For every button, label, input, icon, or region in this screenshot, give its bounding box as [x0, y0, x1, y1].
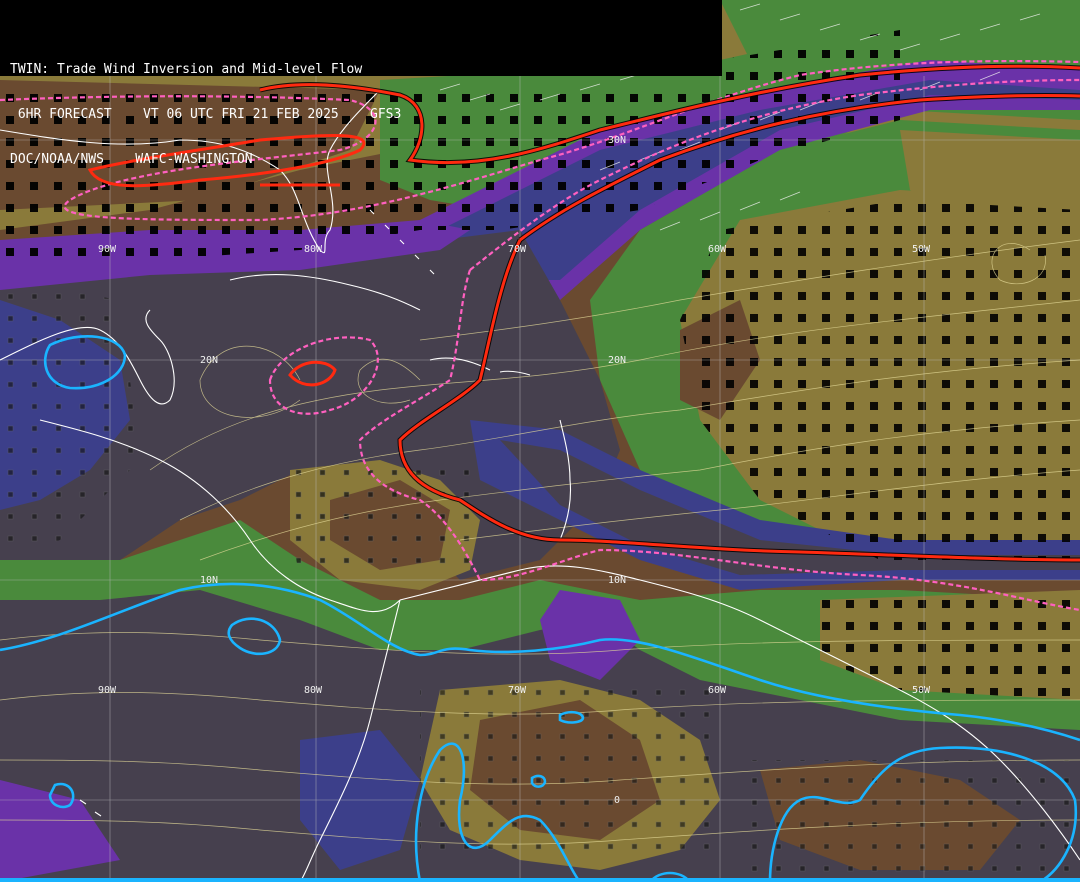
lon-label-60w-south: 60W — [708, 685, 727, 696]
lat-label-10n-east: 10N — [608, 575, 626, 586]
header-title: TWIN: Trade Wind Inversion and Mid-level… — [10, 62, 363, 77]
lon-label-90w: 90W — [98, 244, 117, 255]
lat-label-20n-east: 20N — [608, 355, 626, 366]
lon-label-50w: 50W — [912, 244, 931, 255]
map-header: TWIN: Trade Wind Inversion and Mid-level… — [0, 0, 722, 167]
lat-label-10n: 10N — [200, 575, 218, 586]
lon-label-70w-south: 70W — [508, 685, 527, 696]
header-agency: DOC/NOAA/NWS WAFC-WASHINGTON — [10, 152, 253, 167]
header-forecast-time: 6HR FORECAST VT 06 UTC FRI 21 FEB 2025 G… — [10, 107, 402, 122]
lon-label-60w: 60W — [708, 244, 727, 255]
lat-label-20n-west: 20N — [200, 355, 218, 366]
lon-label-90w-south: 90W — [98, 685, 117, 696]
lon-label-80w-south: 80W — [304, 685, 323, 696]
lat-label-0: 0 — [614, 795, 620, 806]
lon-label-70w: 70W — [508, 244, 527, 255]
lon-label-80w: 80W — [304, 244, 323, 255]
lon-label-50w-south: 50W — [912, 685, 931, 696]
bottom-border — [0, 878, 1080, 882]
